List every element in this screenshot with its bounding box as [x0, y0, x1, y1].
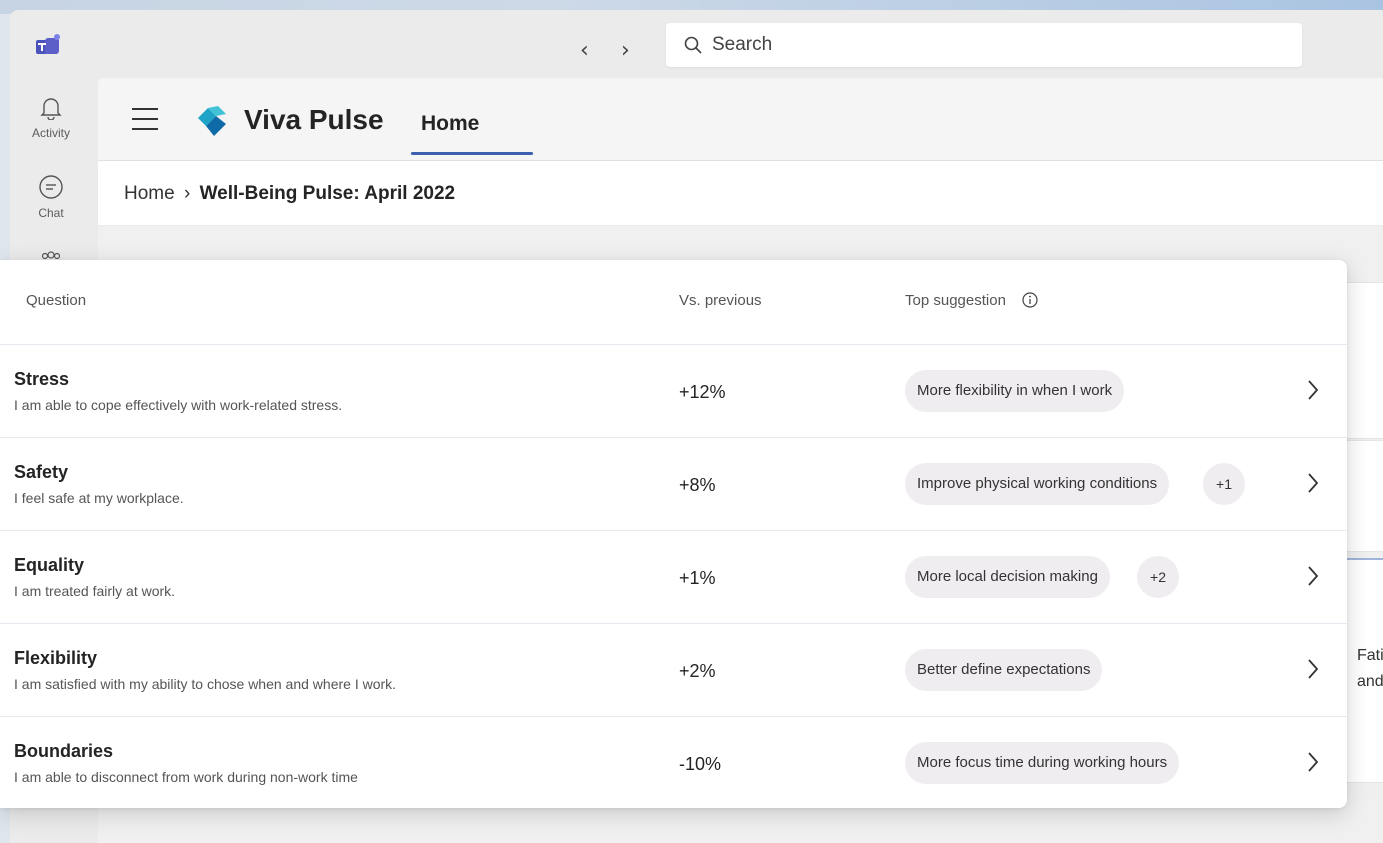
change-value: +8%: [679, 475, 716, 495]
change-value: +2%: [679, 661, 716, 681]
question-description: I am able to cope effectively with work-…: [14, 397, 343, 413]
table-row[interactable]: Equality I am treated fairly at work. +1…: [0, 531, 1347, 624]
chevron-right-icon[interactable]: [1306, 564, 1320, 588]
chevron-right-icon[interactable]: [1306, 750, 1320, 774]
change-value: +1%: [679, 568, 716, 588]
hamburger-menu-icon[interactable]: [132, 108, 158, 138]
breadcrumb: Home › Well-Being Pulse: April 2022: [124, 183, 455, 205]
back-button[interactable]: ‹: [580, 40, 589, 62]
question-description: I am able to disconnect from work during…: [14, 769, 358, 785]
rail-item-activity[interactable]: Activity: [26, 96, 76, 140]
app-header: Viva Pulse Home: [98, 78, 1383, 161]
question-title: Equality: [14, 555, 85, 575]
suggestion-pill[interactable]: Improve physical working conditions: [905, 463, 1170, 505]
table-row[interactable]: Boundaries I am able to disconnect from …: [0, 717, 1347, 809]
table-row[interactable]: Stress I am able to cope effectively wit…: [0, 345, 1347, 438]
suggestion-pill[interactable]: More local decision making: [905, 556, 1110, 598]
question-title: Flexibility: [14, 648, 98, 668]
background-card-text: Fati and: [1357, 643, 1383, 695]
column-header-top-suggestion: Top suggestion: [905, 291, 1038, 309]
suggestion-pill[interactable]: Better define expectations: [905, 649, 1103, 691]
chevron-right-icon[interactable]: [1306, 471, 1320, 495]
more-suggestions-badge[interactable]: +1: [1203, 463, 1245, 505]
table-row[interactable]: Safety I feel safe at my workplace. +8% …: [0, 438, 1347, 531]
question-description: I am treated fairly at work.: [14, 583, 176, 599]
pulse-results-card: Question Vs. previous Top suggestion Str…: [0, 260, 1347, 808]
question-title: Stress: [14, 369, 70, 389]
breadcrumb-separator: ›: [183, 183, 191, 204]
background-card-line: Fati: [1357, 647, 1383, 664]
table-header: Question Vs. previous Top suggestion: [0, 260, 1347, 345]
column-header-question: Question: [26, 292, 87, 309]
breadcrumb-bar: Home › Well-Being Pulse: April 2022: [98, 161, 1383, 225]
more-suggestions-badge[interactable]: +2: [1137, 556, 1179, 598]
change-value: +12%: [679, 382, 726, 402]
rail-label: Activity: [31, 126, 70, 140]
breadcrumb-current: Well-Being Pulse: April 2022: [199, 183, 456, 204]
bell-icon: [40, 98, 62, 121]
rail-item-chat[interactable]: Chat: [26, 174, 76, 220]
column-header-vs-previous: Vs. previous: [679, 292, 762, 309]
breadcrumb-home-link[interactable]: Home: [124, 183, 175, 204]
table-row[interactable]: Flexibility I am satisfied with my abili…: [0, 624, 1347, 717]
chevron-right-icon[interactable]: [1306, 657, 1320, 681]
suggestion-pill[interactable]: More flexibility in when I work: [905, 370, 1125, 412]
app-title: Viva Pulse: [244, 104, 384, 135]
search-placeholder: Search: [712, 34, 773, 55]
rail-label: Chat: [38, 206, 64, 220]
chevron-right-icon[interactable]: [1306, 378, 1320, 402]
tab-selected-indicator: [411, 152, 533, 155]
suggestion-pill[interactable]: More focus time during working hours: [905, 742, 1180, 784]
search-input[interactable]: Search: [666, 23, 1302, 67]
tab-home[interactable]: Home: [421, 112, 479, 136]
info-icon[interactable]: [1022, 291, 1038, 308]
teams-logo-icon[interactable]: [36, 34, 64, 58]
column-header-label: Top suggestion: [905, 292, 1006, 309]
forward-button[interactable]: ›: [621, 40, 630, 62]
chat-icon: [39, 175, 63, 199]
search-icon: [684, 36, 702, 54]
background-card-line: and: [1357, 673, 1383, 690]
question-title: Safety: [14, 462, 69, 482]
change-value: -10%: [679, 754, 722, 774]
question-description: I am satisfied with my ability to chose …: [14, 676, 397, 692]
question-description: I feel safe at my workplace.: [14, 490, 184, 506]
question-title: Boundaries: [14, 741, 114, 761]
viva-pulse-logo-icon: [198, 106, 226, 136]
